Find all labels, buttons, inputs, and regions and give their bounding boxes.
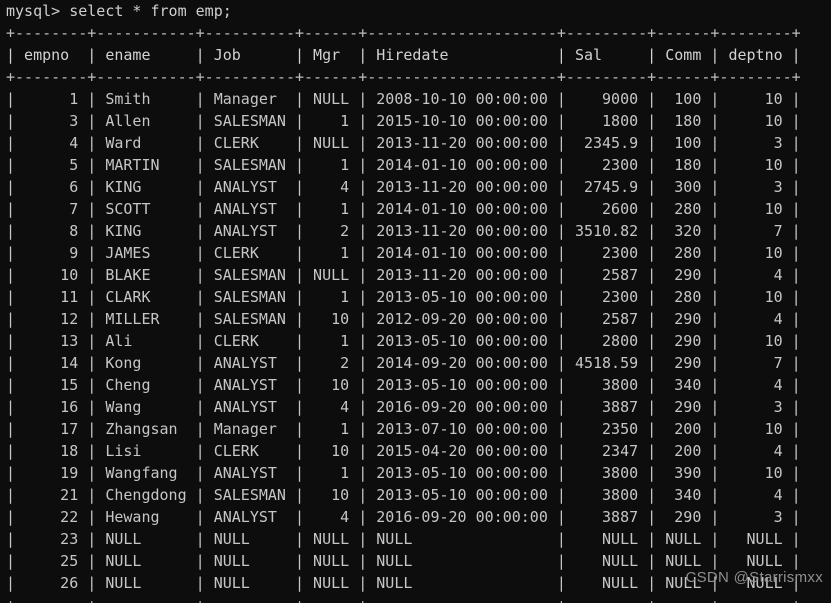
table-body: | 1 | Smith | Manager | NULL | 2008-10-1…	[0, 88, 831, 594]
table-row: | 12 | MILLER | SALESMAN | 10 | 2012-09-…	[6, 310, 801, 328]
table-row: | 23 | NULL | NULL | NULL | NULL | NULL …	[6, 530, 801, 548]
terminal-window[interactable]: mysql> select * from emp; +--------+----…	[0, 0, 831, 603]
table-row: | 6 | KING | ANALYST | 4 | 2013-11-20 00…	[6, 178, 801, 196]
table-row: | 10 | BLAKE | SALESMAN | NULL | 2013-11…	[6, 266, 801, 284]
table-row: | 25 | NULL | NULL | NULL | NULL | NULL …	[6, 552, 801, 570]
table-top-border: +--------+-----------+----------+------+…	[6, 24, 801, 42]
table-row: | 7 | SCOTT | ANALYST | 1 | 2014-01-10 0…	[6, 200, 801, 218]
table-row: | 15 | Cheng | ANALYST | 10 | 2013-05-10…	[6, 376, 801, 394]
table-row: | 11 | CLARK | SALESMAN | 1 | 2013-05-10…	[6, 288, 801, 306]
table-header-row: | empno | ename | Job | Mgr | Hiredate |…	[6, 46, 801, 64]
table-row: | 8 | KING | ANALYST | 2 | 2013-11-20 00…	[6, 222, 801, 240]
table-row: | 9 | JAMES | CLERK | 1 | 2014-01-10 00:…	[6, 244, 801, 262]
table-row: | 26 | NULL | NULL | NULL | NULL | NULL …	[6, 574, 801, 592]
table-row: | 14 | Kong | ANALYST | 2 | 2014-09-20 0…	[6, 354, 801, 372]
table-row: | 13 | Ali | CLERK | 1 | 2013-05-10 00:0…	[6, 332, 801, 350]
table-row: | 3 | Allen | SALESMAN | 1 | 2015-10-10 …	[6, 112, 801, 130]
table-row: | 18 | Lisi | CLERK | 10 | 2015-04-20 00…	[6, 442, 801, 460]
table-row: | 5 | MARTIN | SALESMAN | 1 | 2014-01-10…	[6, 156, 801, 174]
table-row: | 16 | Wang | ANALYST | 4 | 2016-09-20 0…	[6, 398, 801, 416]
table-row: | 19 | Wangfang | ANALYST | 1 | 2013-05-…	[6, 464, 801, 482]
table-row: | 1 | Smith | Manager | NULL | 2008-10-1…	[6, 90, 801, 108]
table-bottom-border: +--------+-----------+----------+------+…	[0, 594, 831, 603]
table-header-separator: +--------+-----------+----------+------+…	[6, 68, 801, 86]
table-row: | 21 | Chengdong | SALESMAN | 10 | 2013-…	[6, 486, 801, 504]
table-row: | 4 | Ward | CLERK | NULL | 2013-11-20 0…	[6, 134, 801, 152]
scrollback-remnant	[6, 0, 259, 4]
table-row: | 17 | Zhangsan | Manager | 1 | 2013-07-…	[6, 420, 801, 438]
table-row: | 22 | Hewang | ANALYST | 4 | 2016-09-20…	[6, 508, 801, 526]
